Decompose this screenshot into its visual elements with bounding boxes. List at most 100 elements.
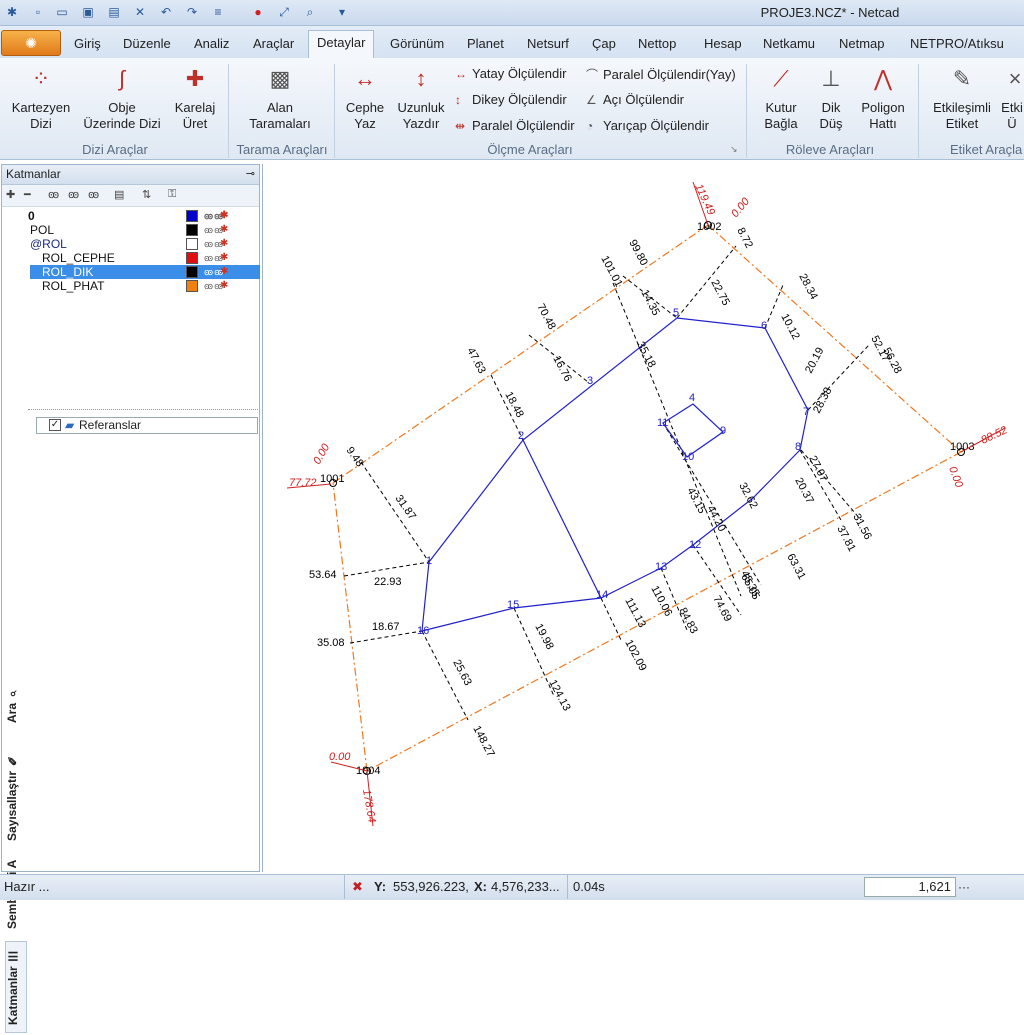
measurement-label: 37.81 bbox=[834, 524, 858, 554]
layer-row[interactable]: ROL_PHAT ꙭꙭ ✱ bbox=[30, 279, 260, 293]
freeze-icon[interactable]: ✱ bbox=[220, 237, 228, 251]
hide-all-icon[interactable]: ꙭ bbox=[68, 188, 79, 201]
tab-hesap[interactable]: Hesap bbox=[702, 32, 744, 58]
yatay-olculendir-button[interactable]: ↔ Yatay Ölçülendir bbox=[455, 66, 566, 81]
tab-duzenle[interactable]: Düzenle bbox=[121, 32, 173, 58]
kartezyen-dizi-button[interactable]: ⁘ Kartezyen Dizi bbox=[6, 64, 76, 132]
obje-uzerinde-dizi-button[interactable]: ∫ Obje Üzerinde Dizi bbox=[80, 64, 164, 132]
references-row[interactable]: ✓ ▰ Referanslar bbox=[36, 417, 258, 434]
alan-taramalari-button[interactable]: ▩ Alan Taramaları bbox=[238, 64, 322, 132]
status-separator bbox=[344, 875, 345, 899]
yaricap-olculendir-button[interactable]: ◔ Yarıçap Ölçülendir bbox=[586, 118, 709, 133]
etiket-uret-button[interactable]: × Etki Ü bbox=[1000, 64, 1024, 132]
layer-row-selected[interactable]: ROL_DIK ꙭꙭ ✱ bbox=[30, 265, 260, 279]
layer-color-swatch[interactable] bbox=[186, 238, 198, 250]
tab-detaylar[interactable]: Detaylar bbox=[308, 30, 375, 59]
sort-icon[interactable]: ⇅ bbox=[142, 188, 151, 201]
new-file-icon[interactable]: ▫ bbox=[30, 4, 46, 20]
tab-araclar[interactable]: Araçlar bbox=[251, 32, 296, 58]
dikey-olculendir-button[interactable]: ↕ Dikey Ölçülendir bbox=[455, 92, 567, 107]
tab-gorunum[interactable]: Görünüm bbox=[388, 32, 446, 58]
tab-netsurf[interactable]: Netsurf bbox=[525, 32, 571, 58]
ribbon-tabs: Giriş Düzenle Analiz Araçlar Detaylar Gö… bbox=[0, 26, 1024, 59]
freeze-icon[interactable]: ✱ bbox=[220, 251, 228, 265]
x-label: X: bbox=[474, 879, 487, 894]
print-icon[interactable]: ▤ bbox=[106, 4, 122, 20]
layer-color-swatch[interactable] bbox=[186, 266, 198, 278]
dialog-launcher-icon[interactable]: ↘ bbox=[730, 144, 738, 155]
scale-options-button[interactable]: ··· bbox=[958, 875, 970, 899]
y-coordinate: 553,926.223, bbox=[393, 879, 469, 894]
layer-color-swatch[interactable] bbox=[186, 224, 198, 236]
freeze-icon[interactable]: ✱ bbox=[220, 209, 228, 223]
group-label-tarama: Tarama Araçları bbox=[236, 142, 328, 157]
layer-group-row[interactable]: @ROL ꙭꙭ ✱ bbox=[30, 237, 260, 251]
application-menu-button[interactable]: ✺ bbox=[1, 30, 61, 56]
zoom-window-icon[interactable]: ⌕ bbox=[302, 4, 318, 20]
layer-row[interactable]: POL ꙭꙭ ✱ bbox=[30, 223, 260, 237]
side-tab-katmanlar[interactable]: Katmanlar ☰ bbox=[5, 941, 27, 1033]
scale-input[interactable]: 1,621 bbox=[864, 877, 956, 897]
radius-dimension-icon: ◔ bbox=[586, 119, 594, 133]
group-label-dizi: Dizi Araçlar bbox=[82, 142, 148, 157]
group-separator bbox=[918, 64, 919, 158]
layer-color-swatch[interactable] bbox=[186, 252, 198, 264]
layer-color-swatch[interactable] bbox=[186, 210, 198, 222]
tab-giris[interactable]: Giriş bbox=[72, 32, 103, 58]
layer-row[interactable]: ROL_CEPHE ꙭꙭ ✱ bbox=[30, 251, 260, 265]
tab-nettop[interactable]: Nettop bbox=[636, 32, 678, 58]
freeze-icon[interactable]: ✱ bbox=[220, 223, 228, 237]
layer-row[interactable]: 0 ꙭꙭ ✱ bbox=[28, 209, 258, 223]
uzunluk-yazdir-button[interactable]: ↕ Uzunluk Yazdır bbox=[393, 64, 449, 132]
show-all-icon[interactable]: ꙭ bbox=[48, 188, 59, 201]
tab-netpro[interactable]: NETPRO/Atıksu bbox=[908, 32, 1006, 58]
save-icon[interactable]: ▣ bbox=[80, 4, 96, 20]
invert-visibility-icon[interactable]: ꙭ bbox=[88, 188, 99, 201]
lock-icon[interactable]: ⚿ bbox=[168, 188, 176, 201]
tab-netmap[interactable]: Netmap bbox=[837, 32, 887, 58]
dik-dus-button[interactable]: ⊥ Dik Düş bbox=[810, 64, 852, 132]
remove-layer-icon[interactable]: ━ bbox=[24, 188, 31, 201]
tab-cap[interactable]: Çap bbox=[590, 32, 618, 58]
layer-color-swatch[interactable] bbox=[186, 280, 198, 292]
close-file-icon[interactable]: ✕ bbox=[132, 4, 148, 20]
references-checkbox[interactable]: ✓ bbox=[49, 419, 61, 431]
ribbon: ⁘ Kartezyen Dizi ∫ Obje Üzerinde Dizi ✚ … bbox=[0, 58, 1024, 160]
tab-planet[interactable]: Planet bbox=[465, 32, 506, 58]
side-tab-sayisallastir[interactable]: Sayısallaştır ✎ bbox=[5, 747, 27, 847]
undo-icon[interactable]: ↶ bbox=[158, 4, 174, 20]
paralel-olculendir-button[interactable]: ⇹ Paralel Ölçülendir bbox=[455, 118, 575, 133]
measurement-label: 20.37 bbox=[792, 476, 816, 506]
aci-olculendir-button[interactable]: ∠ Açı Ölçülendir bbox=[586, 92, 684, 107]
splitter[interactable] bbox=[28, 409, 258, 412]
list-icon[interactable]: ≡ bbox=[210, 4, 226, 20]
pin-icon[interactable]: ⊸ bbox=[246, 165, 255, 184]
point-label: 11 bbox=[657, 417, 668, 429]
poligon-hatti-button[interactable]: ⋀ Poligon Hattı bbox=[856, 64, 910, 132]
karelaj-uret-button[interactable]: ✚ Karelaj Üret bbox=[168, 64, 222, 132]
open-folder-icon[interactable]: ▭ bbox=[54, 4, 70, 20]
vertical-dimension-icon: ↕ bbox=[455, 93, 461, 107]
customize-icon[interactable]: ▾ bbox=[334, 4, 350, 20]
netcad-logo-icon[interactable]: ✱ bbox=[4, 4, 20, 20]
cephe-yaz-button[interactable]: ↔ Cephe Yaz bbox=[340, 64, 390, 132]
side-tab-ara[interactable]: Ara ⌕ bbox=[5, 665, 27, 745]
measurement-label: 9.48 bbox=[344, 445, 366, 469]
side-tabs: Ara ⌕ Sayısallaştır ✎ Semboloji A Katman… bbox=[5, 665, 27, 1035]
measurement-label: 35.18 bbox=[634, 340, 658, 370]
paralel-yay-button[interactable]: ⌒ Paralel Ölçülendir(Yay) bbox=[586, 66, 736, 83]
properties-icon[interactable]: ▤ bbox=[114, 188, 124, 201]
zoom-extents-icon[interactable]: ⤢ bbox=[276, 4, 292, 20]
snap-icon[interactable]: ✖ bbox=[352, 875, 363, 899]
tab-netkamu[interactable]: Netkamu bbox=[761, 32, 817, 58]
freeze-icon[interactable]: ✱ bbox=[220, 279, 228, 293]
etkilesimli-etiket-button[interactable]: ✎ Etkileşimli Etiket bbox=[926, 64, 998, 132]
kutur-bagla-button[interactable]: ⟋ Kutur Bağla bbox=[754, 64, 808, 132]
add-layer-icon[interactable]: ✚ bbox=[6, 188, 15, 201]
redo-icon[interactable]: ↷ bbox=[184, 4, 200, 20]
freeze-icon[interactable]: ✱ bbox=[220, 265, 228, 279]
info-icon[interactable]: ● bbox=[250, 4, 266, 20]
drawing-canvas[interactable]: 1 2 3 4 5 6 7 8 9 10 11 12 13 14 15 16 1… bbox=[262, 164, 1024, 872]
search-icon: ⌕ bbox=[5, 687, 19, 700]
tab-analiz[interactable]: Analiz bbox=[192, 32, 231, 58]
